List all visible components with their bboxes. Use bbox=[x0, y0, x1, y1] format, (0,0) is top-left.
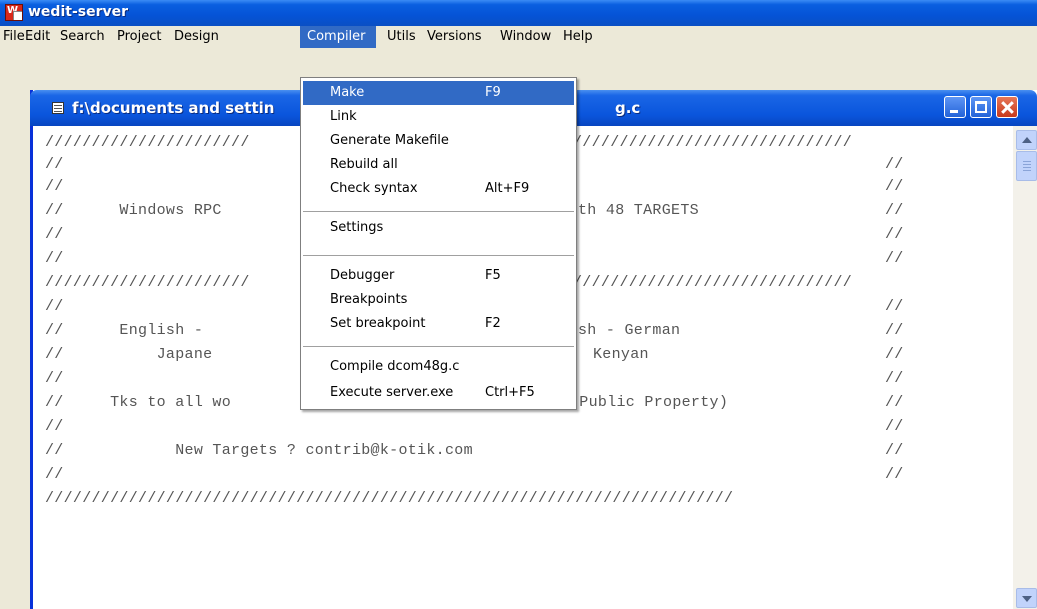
maximize-icon[interactable] bbox=[970, 96, 992, 118]
menu-project[interactable]: Project bbox=[114, 26, 164, 48]
vertical-scrollbar[interactable] bbox=[1013, 126, 1037, 609]
menu-item-debugger[interactable]: Debugger F5 bbox=[303, 264, 574, 288]
menu-bar: File Edit Search Project Design Compiler… bbox=[0, 26, 1037, 48]
menu-item-label: Link bbox=[330, 109, 357, 124]
menu-item-label: Check syntax bbox=[330, 181, 418, 196]
compiler-menu-dropdown: Make F9 Link Generate Makefile Rebuild a… bbox=[300, 77, 577, 410]
menu-item-shortcut: Ctrl+F5 bbox=[485, 385, 535, 400]
code-line: // Windows RPC bbox=[45, 202, 222, 219]
code-line: // bbox=[45, 466, 64, 483]
code-line: // bbox=[885, 202, 904, 219]
menu-versions[interactable]: Versions bbox=[424, 26, 485, 48]
code-line: ////////////////////////////// bbox=[573, 134, 853, 151]
menu-item-settings[interactable]: Settings bbox=[303, 216, 574, 240]
code-line: th 48 TARGETS bbox=[578, 202, 699, 219]
menu-item-shortcut: F9 bbox=[485, 85, 501, 100]
menu-item-label: Set breakpoint bbox=[330, 316, 426, 331]
code-line: // bbox=[45, 250, 64, 267]
menu-item-generate-makefile[interactable]: Generate Makefile bbox=[303, 129, 574, 153]
code-line: // bbox=[885, 418, 904, 435]
menu-item-shortcut: F5 bbox=[485, 268, 501, 283]
menu-compiler[interactable]: Compiler bbox=[300, 26, 376, 48]
code-line: // bbox=[885, 322, 904, 339]
code-line: // bbox=[885, 250, 904, 267]
menu-item-link[interactable]: Link bbox=[303, 105, 574, 129]
menu-item-shortcut: Alt+F9 bbox=[485, 181, 530, 196]
code-line: // English - bbox=[45, 322, 204, 339]
code-line: // Tks to all wo bbox=[45, 394, 232, 411]
code-line: // Japane bbox=[45, 346, 213, 363]
code-line: // bbox=[885, 178, 904, 195]
menu-item-set-breakpoint[interactable]: Set breakpoint F2 bbox=[303, 312, 574, 336]
code-line: ////////////////////////////// bbox=[573, 274, 853, 291]
menu-design[interactable]: Design bbox=[171, 26, 222, 48]
code-line: // bbox=[885, 226, 904, 243]
app-title-bar[interactable]: W wedit-server bbox=[0, 0, 1037, 26]
app-icon[interactable]: W bbox=[5, 4, 23, 21]
minimize-icon[interactable] bbox=[944, 96, 966, 118]
menu-edit[interactable]: Edit bbox=[22, 26, 53, 48]
menu-item-check-syntax[interactable]: Check syntax Alt+F9 bbox=[303, 177, 574, 201]
menu-item-make[interactable]: Make F9 bbox=[303, 81, 574, 105]
menu-item-compile-file[interactable]: Compile dcom48g.c bbox=[303, 355, 574, 379]
document-title: f:\documents and settin bbox=[72, 99, 275, 117]
code-line: // bbox=[45, 226, 64, 243]
menu-item-label: Rebuild all bbox=[330, 157, 398, 172]
menu-separator bbox=[303, 255, 574, 256]
app-title: wedit-server bbox=[28, 4, 129, 20]
code-line: ////////////////////// bbox=[45, 134, 250, 151]
code-line: // bbox=[45, 418, 64, 435]
menu-help[interactable]: Help bbox=[560, 26, 596, 48]
code-line: // bbox=[45, 156, 64, 173]
scroll-up-icon[interactable] bbox=[1016, 130, 1037, 150]
menu-item-label: Generate Makefile bbox=[330, 133, 449, 148]
code-line: // bbox=[45, 298, 64, 315]
menu-item-shortcut: F2 bbox=[485, 316, 501, 331]
menu-utils[interactable]: Utils bbox=[384, 26, 419, 48]
code-line: // bbox=[885, 466, 904, 483]
code-line: ////////////////////// bbox=[45, 274, 250, 291]
menu-separator bbox=[303, 211, 574, 212]
code-line: // bbox=[885, 298, 904, 315]
code-line: // bbox=[45, 370, 64, 387]
menu-item-label: Make bbox=[330, 85, 365, 100]
code-line: // New Targets ? contrib@k-otik.com bbox=[45, 442, 473, 459]
code-line: sh - German bbox=[578, 322, 681, 339]
scrollbar-thumb[interactable] bbox=[1016, 151, 1037, 181]
menu-item-label: Compile dcom48g.c bbox=[330, 359, 460, 374]
code-line: // bbox=[885, 346, 904, 363]
menu-item-label: Settings bbox=[330, 220, 384, 235]
scroll-down-icon[interactable] bbox=[1016, 588, 1037, 608]
close-icon[interactable] bbox=[996, 96, 1018, 118]
menu-item-label: Debugger bbox=[330, 268, 395, 283]
code-line: // bbox=[45, 178, 64, 195]
menu-item-label: Breakpoints bbox=[330, 292, 408, 307]
menu-search[interactable]: Search bbox=[57, 26, 108, 48]
code-line: (Public Property) bbox=[570, 394, 729, 411]
code-line: ////////////////////////////////////////… bbox=[45, 490, 734, 507]
menu-item-breakpoints[interactable]: Breakpoints bbox=[303, 288, 574, 312]
code-line: // bbox=[885, 442, 904, 459]
menu-item-label: Execute server.exe bbox=[330, 385, 454, 400]
code-line: Kenyan bbox=[593, 346, 649, 363]
code-line: // bbox=[885, 156, 904, 173]
menu-window[interactable]: Window bbox=[497, 26, 554, 48]
code-line: // bbox=[885, 394, 904, 411]
code-line: // bbox=[885, 370, 904, 387]
menu-item-rebuild-all[interactable]: Rebuild all bbox=[303, 153, 574, 177]
document-icon[interactable] bbox=[52, 102, 64, 114]
document-title-end: g.c bbox=[615, 99, 641, 117]
menu-item-execute[interactable]: Execute server.exe Ctrl+F5 bbox=[303, 381, 574, 405]
menu-separator bbox=[303, 346, 574, 347]
